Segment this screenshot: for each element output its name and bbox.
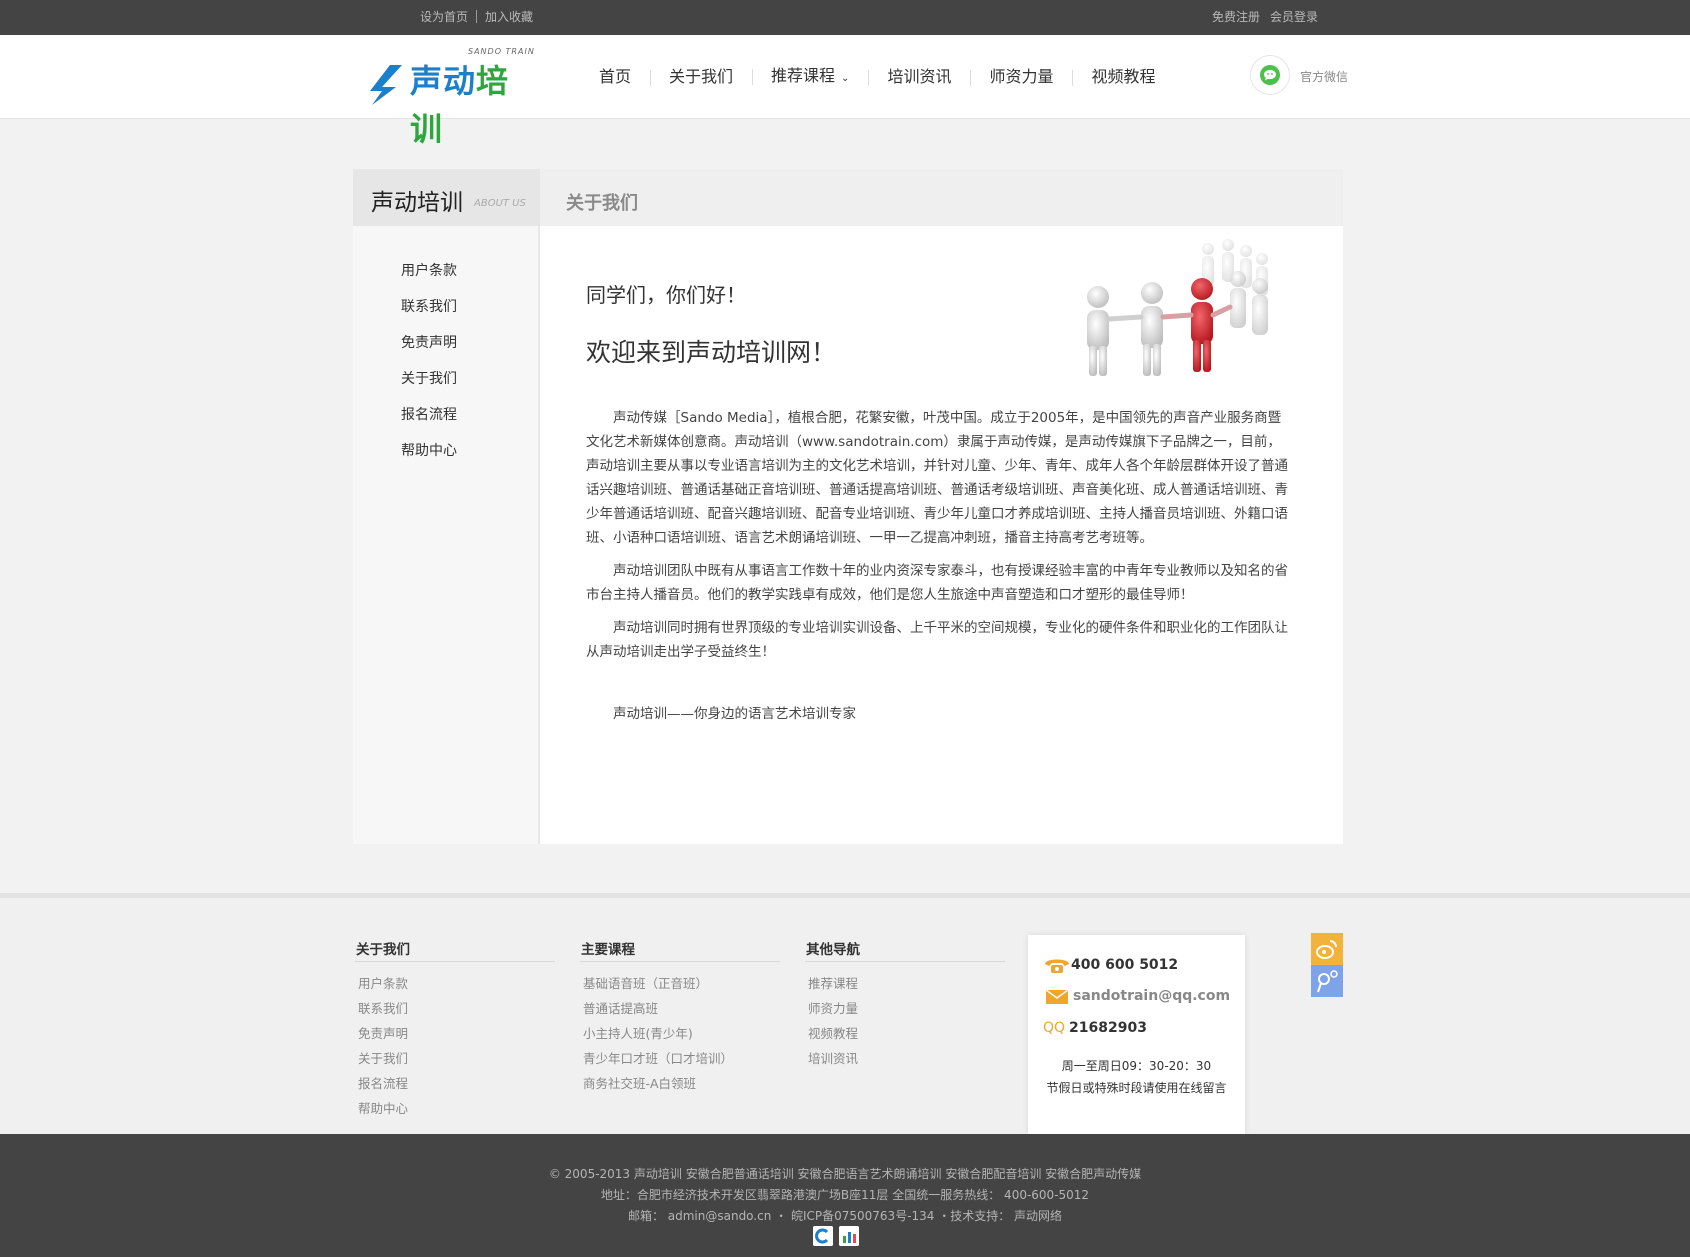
footer-col-title: 关于我们 — [355, 938, 555, 962]
sidebar: 用户条款 联系我们 免责声明 关于我们 报名流程 帮助中心 — [353, 226, 540, 844]
footer-link-videos[interactable]: 视频教程 — [805, 1021, 1005, 1046]
footer-col-about: 关于我们 用户条款 联系我们 免责声明 关于我们 报名流程 帮助中心 — [355, 938, 555, 1121]
sidebar-item-about[interactable]: 关于我们 — [401, 369, 457, 405]
footer-link-help[interactable]: 帮助中心 — [355, 1096, 555, 1121]
site-logo[interactable]: SANDO TRAIN 声动培训 — [368, 47, 538, 148]
main-nav: 首页 关于我们 推荐课程 ⌄ 培训资讯 师资力量 视频教程 — [580, 35, 1174, 119]
about-paragraph: 声动传媒［Sando Media］，植根合肥，花繁安徽，叶茂中国。成立于2005… — [586, 410, 1288, 546]
divider — [476, 10, 478, 23]
footer-link-course[interactable]: 青少年口才班（口才培训） — [580, 1046, 780, 1071]
sidebar-item-terms[interactable]: 用户条款 — [401, 261, 457, 297]
top-right-links: 免费注册 会员登录 — [1212, 0, 1318, 35]
address-line: 地址：合肥市经济技术开发区翡翠路港澳广场B座11层 全国统一服务热线： 400-… — [600, 1188, 1090, 1202]
top-bar: 设为首页 加入收藏 免费注册 会员登录 — [0, 0, 1690, 35]
footer-link-list: 基础语音班（正音班） 普通话提高班 小主持人班(青少年) 青少年口才班（口才培训… — [580, 971, 780, 1096]
site-header: SANDO TRAIN 声动培训 首页 关于我们 推荐课程 ⌄ 培训资讯 师资力量… — [0, 35, 1690, 148]
tencent-weibo-icon[interactable] — [1311, 965, 1343, 997]
about-paragraph: 声动培训同时拥有世界顶级的专业培训实训设备、上千平米的空间规模，专业化的硬件条件… — [586, 620, 1288, 660]
nav-item-teachers[interactable]: 师资力量 — [970, 67, 1072, 87]
footer-link-course[interactable]: 基础语音班（正音班） — [580, 971, 780, 996]
sidebar-header: 声动培训 ABOUT US — [353, 169, 540, 226]
nav-item-courses[interactable]: 推荐课程 ⌄ — [752, 66, 868, 89]
wechat-button[interactable] — [1250, 55, 1290, 95]
email-address[interactable]: sandotrain@qq.com — [1073, 988, 1230, 1004]
footer-link-teachers[interactable]: 师资力量 — [805, 996, 1005, 1021]
footer-col-title: 主要课程 — [580, 938, 780, 962]
footer-link-course[interactable]: 普通话提高班 — [580, 996, 780, 1021]
sidebar-menu: 用户条款 联系我们 免责声明 关于我们 报名流程 帮助中心 — [401, 261, 457, 477]
qq-label: QQ — [1043, 1020, 1066, 1036]
holiday-note: 节假日或特殊时段请使用在线留言 — [1046, 1081, 1227, 1095]
nav-item-videos[interactable]: 视频教程 — [1072, 67, 1174, 87]
contact-qq: QQ 21682903 — [1043, 1020, 1147, 1036]
qq-number: 21682903 — [1069, 1020, 1147, 1036]
set-home-link[interactable]: 设为首页 — [420, 10, 468, 24]
register-link[interactable]: 免费注册 — [1212, 10, 1260, 24]
phone-number: 400 600 5012 — [1071, 957, 1179, 973]
main-panel: 声动培训 ABOUT US 关于我们 用户条款 联系我们 免责声明 关于我们 报… — [353, 169, 1343, 844]
wechat-icon — [1260, 65, 1280, 85]
copyright-bar: © 2005-2013 声动培训 安徽合肥普通话培训 安徽合肥语言艺术朗诵培训 … — [0, 1134, 1690, 1257]
footer-link-courses[interactable]: 推荐课程 — [805, 971, 1005, 996]
login-link[interactable]: 会员登录 — [1270, 10, 1318, 24]
people-holding-hands-image — [1087, 239, 1268, 376]
greeting-heading: 同学们，你们好！ — [586, 283, 746, 307]
footer-col-title: 其他导航 — [805, 938, 1005, 962]
contact-email: sandotrain@qq.com — [1043, 986, 1230, 1006]
about-paragraph: 声动培训团队中既有从事语言工作数十年的业内资深专家泰斗，也有授课经验丰富的中青年… — [586, 563, 1288, 603]
copyright-line: © 2005-2013 声动培训 安徽合肥普通话培训 安徽合肥语言艺术朗诵培训 … — [548, 1167, 1142, 1181]
weibo-icon[interactable] — [1311, 933, 1343, 965]
about-body: 声动传媒［Sando Media］，植根合肥，花繁安徽，叶茂中国。成立于2005… — [586, 406, 1292, 673]
content-area: 同学们，你们好！ 欢迎来到声动培训网！ 声动传媒［Sando Media］，植根… — [540, 226, 1343, 844]
content-header: 关于我们 — [540, 169, 1343, 226]
logo-sound-icon — [370, 65, 402, 105]
mail-icon — [1045, 989, 1069, 1004]
logo-english-text: SANDO TRAIN — [468, 47, 535, 56]
nav-item-courses-label: 推荐课程 — [771, 65, 836, 85]
footer-link-list: 推荐课程 师资力量 视频教程 培训资讯 — [805, 971, 1005, 1071]
sidebar-item-help[interactable]: 帮助中心 — [401, 441, 457, 477]
footer-link-course[interactable]: 商务社交班-A白领班 — [580, 1071, 780, 1096]
footer-link-disclaimer[interactable]: 免责声明 — [355, 1021, 555, 1046]
sidebar-item-disclaimer[interactable]: 免责声明 — [401, 333, 457, 369]
site-footer: 关于我们 用户条款 联系我们 免责声明 关于我们 报名流程 帮助中心 主要课程 … — [0, 893, 1690, 1155]
footer-link-about[interactable]: 关于我们 — [355, 1046, 555, 1071]
wechat-label: 官方微信 — [1300, 70, 1349, 84]
contact-card: 400 600 5012 sandotrain@qq.com QQ 216829… — [1028, 935, 1245, 1134]
top-left-links: 设为首页 加入收藏 — [420, 0, 533, 35]
sidebar-item-enrollment[interactable]: 报名流程 — [401, 405, 457, 441]
nav-item-about[interactable]: 关于我们 — [650, 67, 752, 87]
footer-link-list: 用户条款 联系我们 免责声明 关于我们 报名流程 帮助中心 — [355, 971, 555, 1121]
contact-phone: 400 600 5012 — [1043, 955, 1178, 975]
footer-link-terms[interactable]: 用户条款 — [355, 971, 555, 996]
add-favorite-link[interactable]: 加入收藏 — [485, 10, 533, 24]
logo-chinese-text: 声动培训 — [410, 62, 510, 148]
badge-group — [813, 1226, 859, 1246]
nav-item-news[interactable]: 培训资讯 — [868, 67, 970, 87]
footer-col-courses: 主要课程 基础语音班（正音班） 普通话提高班 小主持人班(青少年) 青少年口才班… — [580, 938, 780, 1155]
welcome-heading: 欢迎来到声动培训网！ — [586, 338, 837, 367]
sidebar-subtitle: ABOUT US — [474, 198, 526, 209]
statistics-badge-icon[interactable] — [839, 1226, 859, 1246]
contact-line: 邮箱： admin@sando.cn ・ 皖ICP备07500763号-134 … — [627, 1209, 1063, 1223]
sidebar-item-contact[interactable]: 联系我们 — [401, 297, 457, 333]
business-hours: 周一至周日09：30-20：30 — [1061, 1059, 1212, 1073]
footer-link-news[interactable]: 培训资讯 — [805, 1046, 1005, 1071]
chevron-down-icon: ⌄ — [841, 72, 850, 84]
footer-col-other: 其他导航 推荐课程 师资力量 视频教程 培训资讯 — [805, 938, 1005, 1071]
nav-item-home[interactable]: 首页 — [580, 67, 650, 87]
footer-link-course[interactable]: 小主持人班(青少年) — [580, 1021, 780, 1046]
motto-text: 声动培训——你身边的语言艺术培训专家 — [613, 706, 856, 722]
footer-link-contact[interactable]: 联系我们 — [355, 996, 555, 1021]
certification-badge-icon[interactable] — [813, 1226, 833, 1246]
footer-link-enrollment[interactable]: 报名流程 — [355, 1071, 555, 1096]
phone-icon — [1045, 959, 1069, 973]
sidebar-title: 声动培训 — [371, 190, 463, 216]
page-title: 关于我们 — [566, 193, 638, 214]
